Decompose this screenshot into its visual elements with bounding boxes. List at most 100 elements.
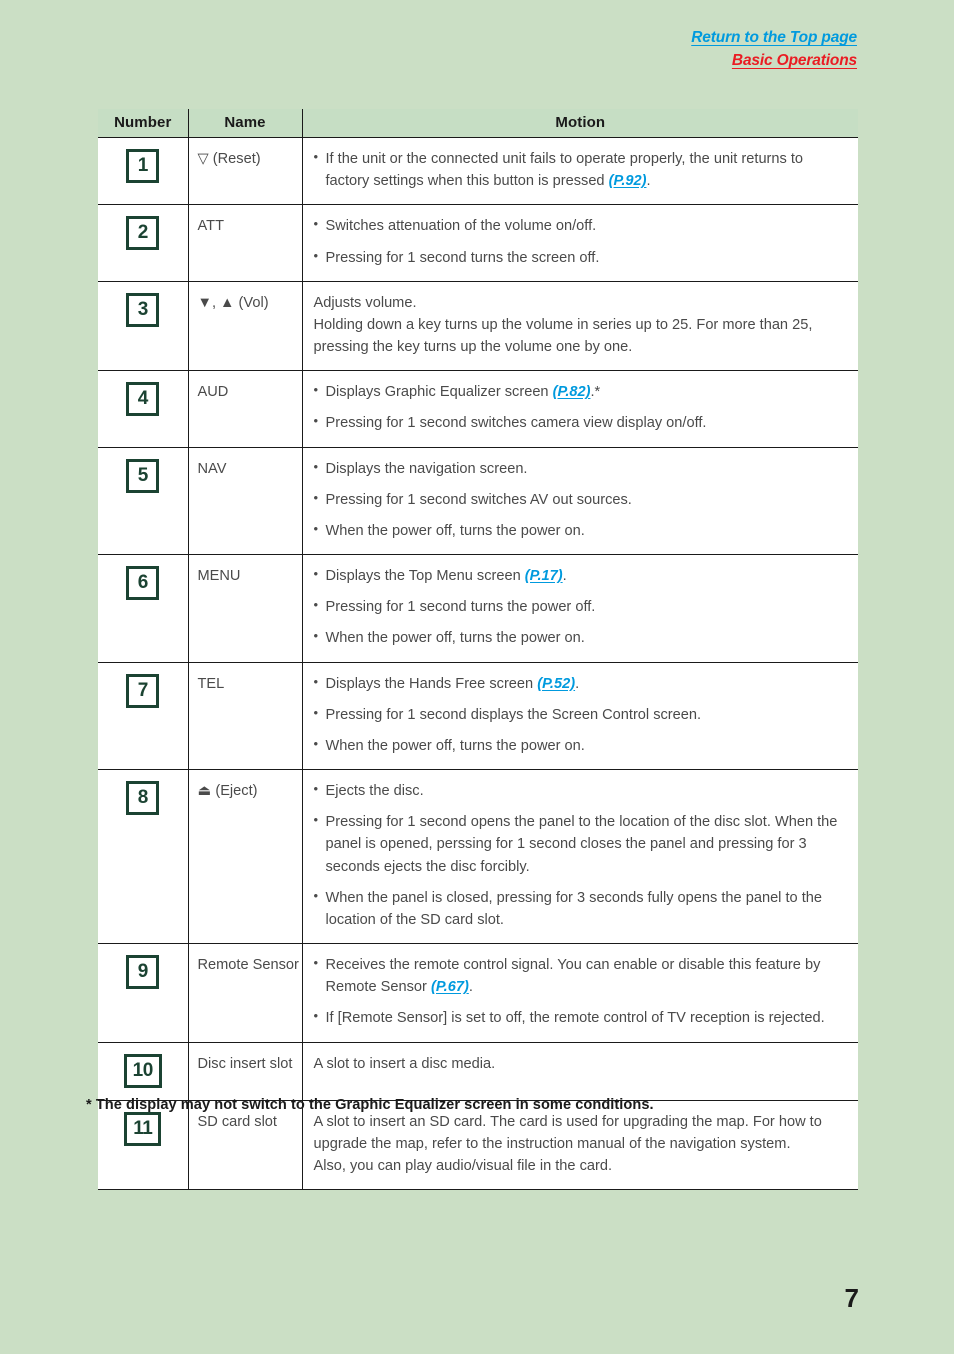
button-reference-table: Number Name Motion 1 ▽ (Reset) If the unit…: [98, 109, 858, 1191]
motion-bullet-item: When the panel is closed, pressing for 3…: [314, 886, 849, 931]
row-name-cell: AUD: [188, 370, 303, 448]
motion-text: Receives the remote control signal. You …: [325, 957, 821, 996]
row-name-cell: TEL: [188, 662, 303, 771]
page-reference-link[interactable]: (P.92): [609, 173, 647, 189]
motion-text: If [Remote Sensor] is set to off, the re…: [325, 1010, 825, 1027]
motion-text: When the power off, turns the power on.: [325, 737, 585, 754]
row-number-cell: 6: [98, 554, 189, 663]
page-reference-link[interactable]: (P.67): [431, 979, 469, 995]
motion-bullet-item: Displays the Top Menu screen (P.17).: [314, 564, 849, 587]
motion-bullet-item: If [Remote Sensor] is set to off, the re…: [314, 1006, 849, 1029]
motion-text: A slot to insert a disc media.: [313, 1055, 496, 1072]
number-badge: 7: [126, 673, 160, 708]
motion-text-suffix: .*: [590, 384, 601, 401]
motion-text-suffix: .: [575, 675, 580, 692]
motion-text: If the unit or the connected unit fails …: [325, 151, 804, 190]
row-number-cell: 8: [98, 769, 189, 945]
row-motion-cell: Adjusts volume. Holding down a key turns …: [302, 281, 858, 372]
row-motion-cell: Displays the navigation screen. Pressing …: [302, 447, 858, 556]
row-motion-cell: Displays Graphic Equalizer screen (P.82)…: [302, 370, 858, 448]
row-motion-cell: Displays the Hands Free screen (P.52). Pr…: [302, 662, 858, 771]
motion-bullet-list: Displays Graphic Equalizer screen (P.82)…: [314, 380, 849, 434]
number-badge: 10: [123, 1053, 162, 1088]
table-row: 7TELDisplays the Hands Free screen (P.52…: [98, 662, 858, 771]
row-motion-cell: A slot to insert an SD card. The card is…: [302, 1100, 858, 1191]
motion-bullet-item: Pressing for 1 second turns the screen o…: [314, 246, 849, 269]
motion-text: Pressing for 1 second turns the screen o…: [325, 249, 600, 266]
table-row: 6MENUDisplays the Top Menu screen (P.17)…: [98, 554, 858, 663]
motion-text: Pressing for 1 second switches AV out so…: [325, 491, 632, 508]
row-motion-cell: A slot to insert a disc media.: [302, 1042, 858, 1101]
row-number-cell: 1: [98, 137, 189, 206]
number-badge: 9: [126, 955, 160, 990]
motion-bullet-item: Pressing for 1 second switches AV out so…: [314, 488, 849, 511]
motion-text: When the power off, turns the power on.: [325, 522, 585, 539]
return-to-top-page-link[interactable]: Return to the Top page: [691, 28, 857, 48]
motion-text: Ejects the disc.: [325, 783, 424, 800]
motion-text-line: Also, you can play audio/visual file in …: [314, 1155, 849, 1177]
motion-text-line: A slot to insert a disc media.: [314, 1053, 849, 1075]
motion-bullet-item: If the unit or the connected unit fails …: [314, 147, 849, 192]
row-number-cell: 2: [98, 204, 189, 282]
table-row: 8 ⏏ (Eject) Ejects the disc. Pressing for 1…: [98, 769, 858, 945]
motion-bullet-item: Displays Graphic Equalizer screen (P.82)…: [314, 380, 849, 403]
row-number-cell: 11: [98, 1100, 189, 1191]
page-number: 7: [844, 1283, 859, 1313]
number-badge: 1: [126, 149, 160, 183]
motion-bullet-item: Switches attenuation of the volume on/of…: [314, 214, 849, 237]
motion-bullet-list: Displays the Top Menu screen (P.17). Pres…: [314, 564, 849, 650]
motion-text: Pressing for 1 second displays the Scree…: [325, 706, 702, 723]
row-number-cell: 5: [98, 447, 189, 556]
row-number-cell: 4: [98, 370, 189, 448]
motion-text: Displays the Hands Free screen: [325, 675, 538, 692]
number-badge: 2: [126, 216, 160, 251]
motion-bullet-item: Displays the navigation screen.: [314, 457, 849, 480]
motion-text: When the panel is closed, pressing for 3…: [325, 889, 823, 928]
table-row: 9 Remote Sensor Receives the remote contro…: [98, 943, 858, 1043]
motion-bullet-list: Receives the remote control signal. You …: [314, 953, 849, 1030]
motion-text: Displays the Top Menu screen: [325, 568, 525, 585]
motion-bullet-item: When the power off, turns the power on.: [314, 626, 849, 649]
page-reference-link[interactable]: (P.17): [525, 568, 563, 584]
row-name-cell: ATT: [188, 204, 303, 282]
page-reference-link[interactable]: (P.52): [537, 676, 575, 692]
specification-table-panel: Number Name Motion 1 ▽ (Reset) If the unit…: [98, 109, 858, 1191]
motion-bullet-list: Displays the navigation screen. Pressing …: [314, 457, 849, 543]
motion-bullet-item: Ejects the disc.: [314, 779, 849, 802]
motion-text-suffix: .: [562, 568, 567, 585]
motion-text: Also, you can play audio/visual file in …: [313, 1157, 613, 1174]
motion-text: Pressing for 1 second turns the power of…: [325, 599, 596, 616]
row-motion-cell: Receives the remote control signal. You …: [302, 943, 858, 1043]
column-header-number: Number: [98, 109, 189, 138]
motion-text: Pressing for 1 second opens the panel to…: [325, 814, 838, 875]
header-links: Return to the Top page Basic Operations: [691, 28, 857, 71]
motion-text-line: A slot to insert an SD card. The card is…: [314, 1111, 849, 1155]
motion-text: When the power off, turns the power on.: [325, 630, 585, 647]
column-header-name: Name: [188, 109, 303, 138]
motion-text: Displays Graphic Equalizer screen: [325, 384, 553, 401]
row-name-cell: Remote Sensor: [188, 943, 303, 1043]
number-badge: 5: [126, 458, 160, 493]
row-name-cell: Disc insert slot: [188, 1042, 303, 1101]
row-number-cell: 7: [98, 662, 189, 771]
motion-bullet-item: Pressing for 1 second opens the panel to…: [314, 810, 849, 878]
basic-operations-link[interactable]: Basic Operations: [691, 51, 857, 71]
table-row: 10 Disc insert slot A slot to insert a dis…: [98, 1042, 858, 1101]
motion-text: Switches attenuation of the volume on/of…: [325, 218, 597, 235]
motion-text: A slot to insert an SD card. The card is…: [313, 1113, 822, 1152]
motion-text-line: Adjusts volume.: [314, 292, 849, 314]
motion-bullet-list: Displays the Hands Free screen (P.52). Pr…: [314, 672, 849, 758]
table-header-row: Number Name Motion: [98, 109, 858, 138]
table-row: 1 ▽ (Reset) If the unit or the connected u…: [98, 137, 858, 206]
row-motion-cell: If the unit or the connected unit fails …: [302, 137, 858, 206]
page-reference-link[interactable]: (P.82): [553, 384, 591, 400]
row-number-cell: 10: [98, 1042, 189, 1101]
number-badge: 11: [124, 1111, 162, 1146]
table-row: 2 ATT Switches attenuation of the volume o…: [98, 204, 858, 282]
number-badge: 6: [126, 566, 160, 601]
motion-bullet-list: If the unit or the connected unit fails …: [314, 147, 849, 192]
table-body: 1 ▽ (Reset) If the unit or the connected u…: [98, 137, 858, 1191]
motion-bullet-item: When the power off, turns the power on.: [314, 519, 849, 542]
number-badge: 4: [126, 382, 160, 417]
motion-text-suffix: .: [468, 979, 473, 996]
